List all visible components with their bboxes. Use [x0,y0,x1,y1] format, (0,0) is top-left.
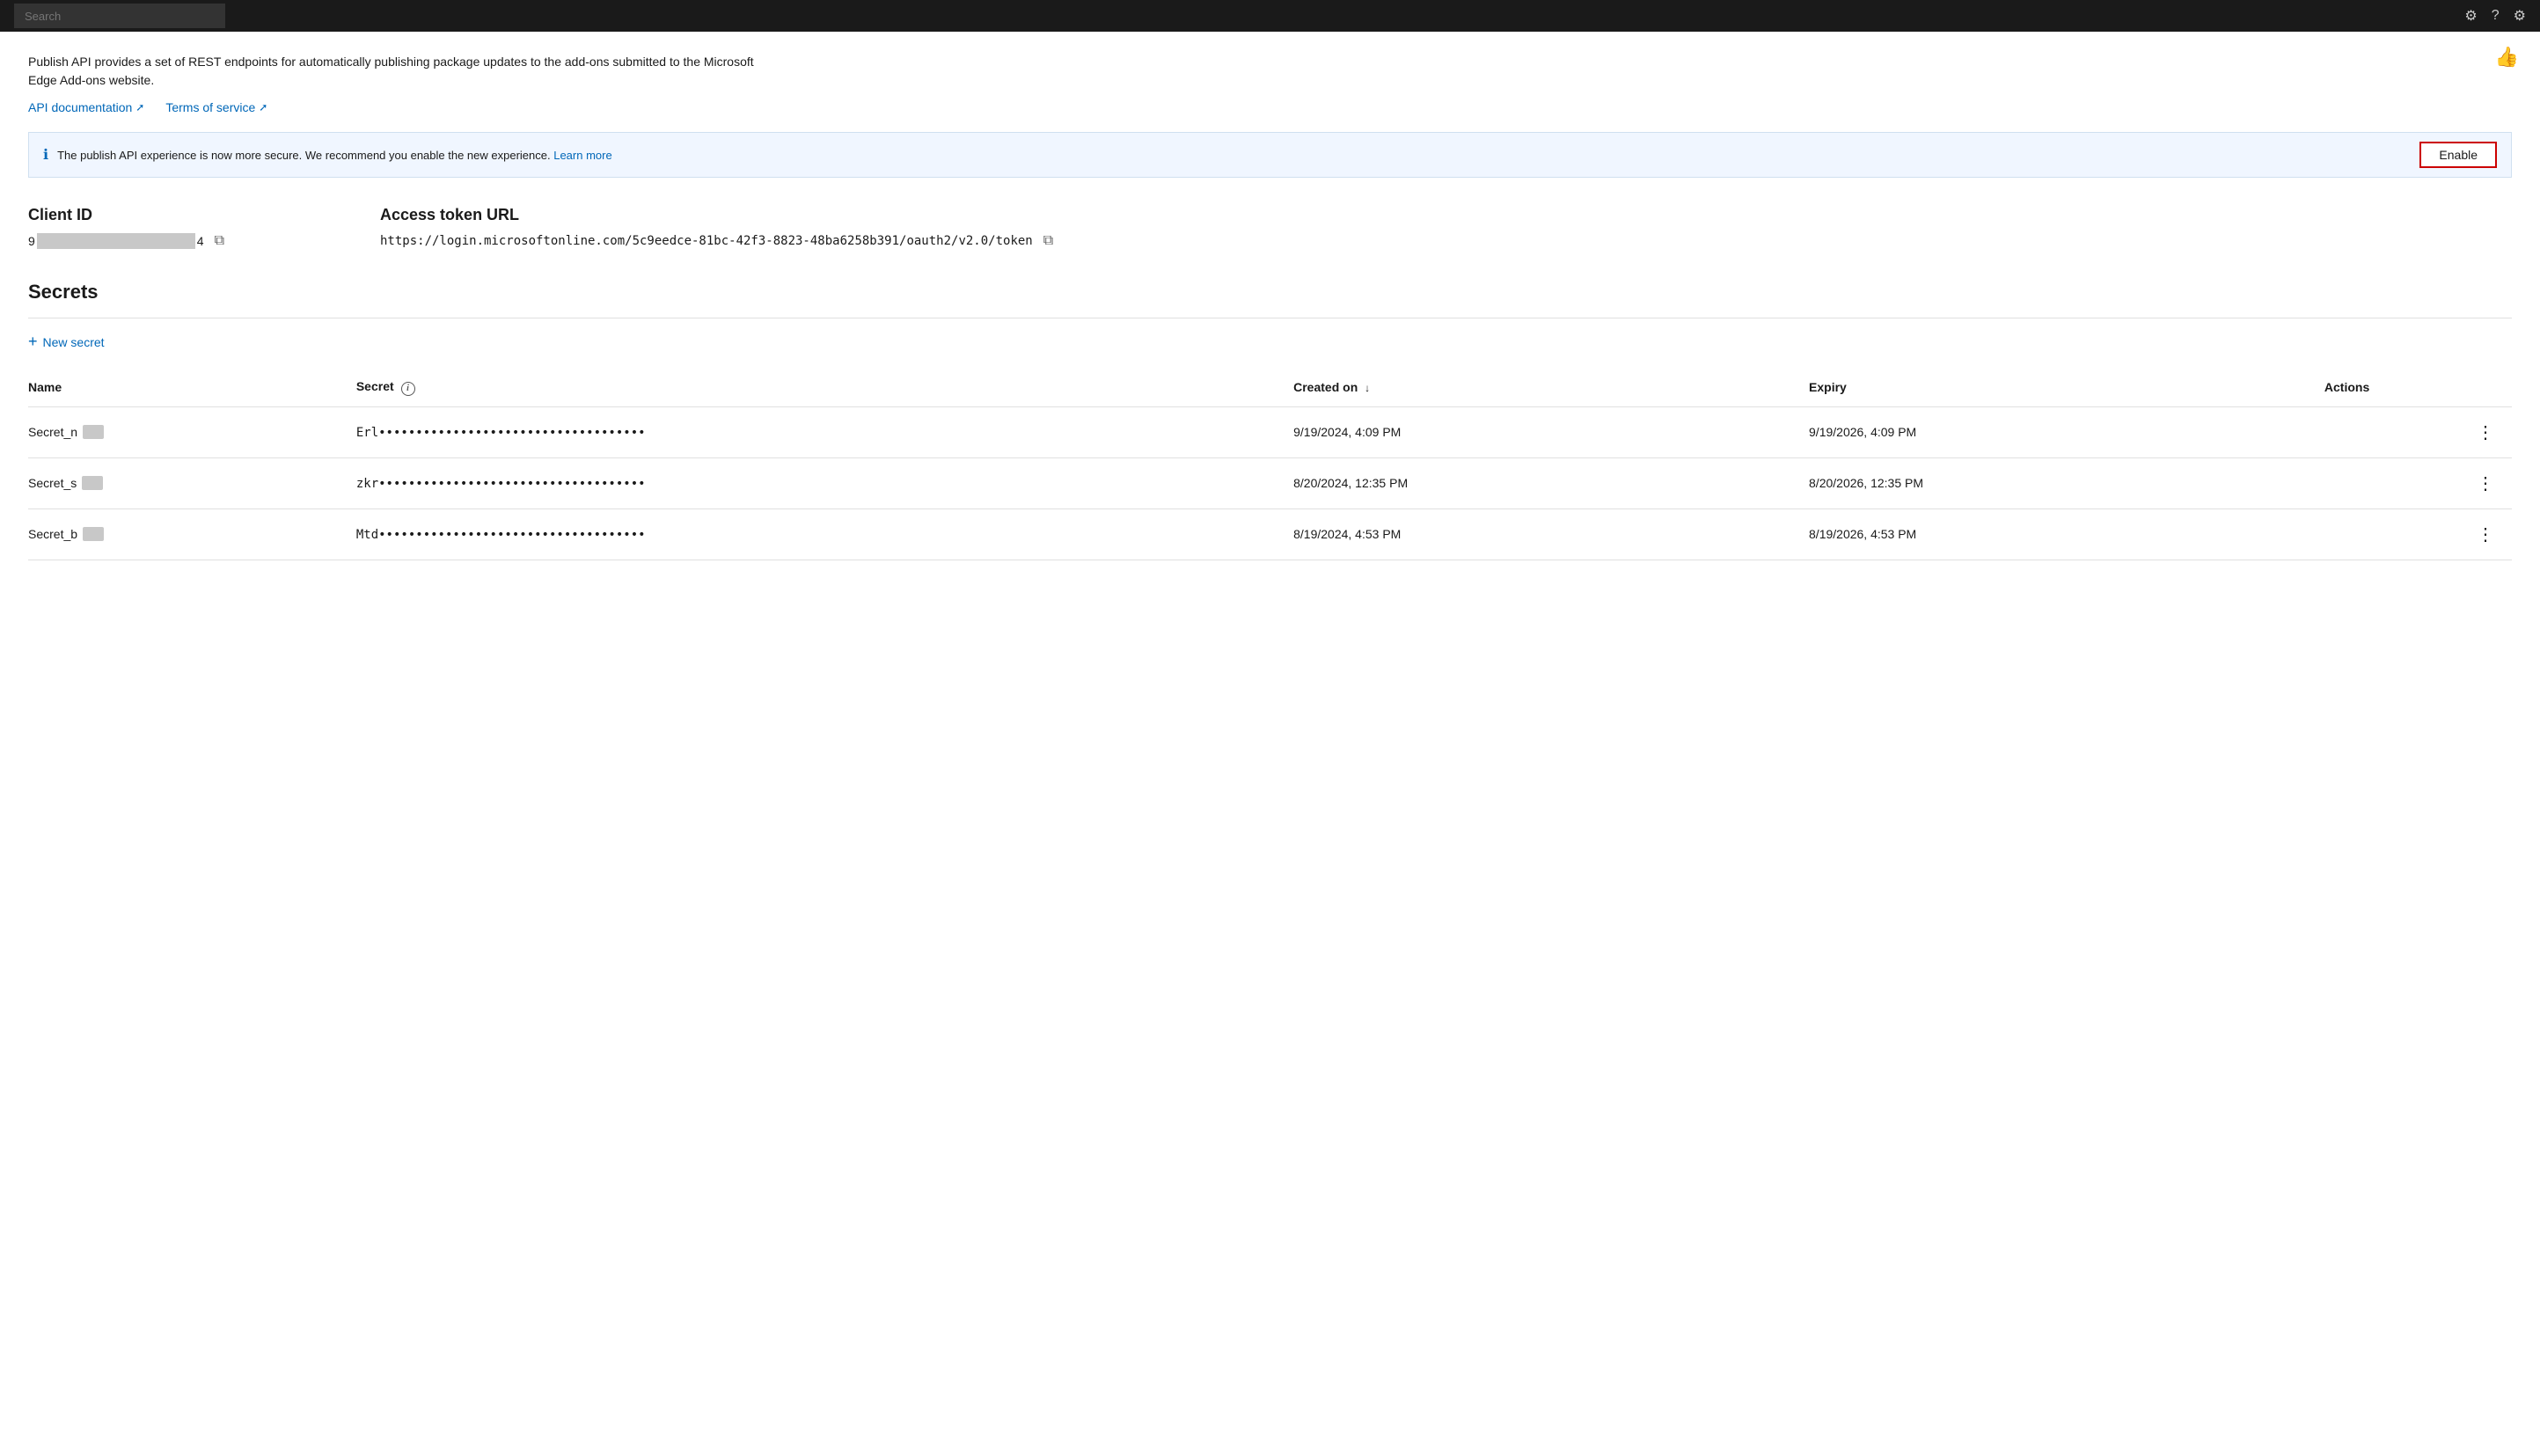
access-token-group: Access token URL https://login.microsoft… [380,206,2512,249]
cell-actions-0: ⋮ [2324,406,2512,457]
settings-icon[interactable]: ⚙ [2464,7,2477,25]
client-id-value: 9 4 [28,233,204,249]
client-id-copy-icon[interactable]: ⧉ [215,233,224,249]
api-documentation-label: API documentation [28,100,132,114]
access-token-url: https://login.microsoftonline.com/5c9eed… [380,234,1033,248]
actions-menu-button-0[interactable]: ⋮ [2470,420,2501,445]
client-id-mask [37,233,195,249]
user-settings-icon[interactable]: ⚙ [2514,7,2526,25]
description-text: Publish API provides a set of REST endpo… [28,53,785,90]
cell-expiry-1: 8/20/2026, 12:35 PM [1809,457,2324,509]
cell-secret-2: Mtd•••••••••••••••••••••••••••••••••••• [356,509,1293,560]
col-header-name: Name [28,372,356,406]
cell-created-0: 9/19/2024, 4:09 PM [1293,406,1809,457]
info-icon: ℹ [43,146,48,164]
name-badge-2 [83,527,104,541]
cell-secret-0: Erl•••••••••••••••••••••••••••••••••••• [356,406,1293,457]
name-badge-0 [83,425,104,439]
secrets-title: Secrets [28,281,2512,304]
table-header-row: Name Secret i Created on ↓ Expiry Action… [28,372,2512,406]
col-header-created-on[interactable]: Created on ↓ [1293,372,1809,406]
table-row: Secret_n Erl••••••••••••••••••••••••••••… [28,406,2512,457]
col-header-expiry: Expiry [1809,372,2324,406]
cell-created-1: 8/20/2024, 12:35 PM [1293,457,1809,509]
client-id-label: Client ID [28,206,380,224]
top-bar: ⚙ ? ⚙ [0,0,2540,32]
new-secret-label: New secret [43,335,105,349]
access-token-copy-icon[interactable]: ⧉ [1043,233,1053,249]
access-token-label: Access token URL [380,206,2512,224]
cell-name-2: Secret_b [28,509,356,560]
help-icon[interactable]: ? [2492,8,2500,24]
secrets-table: Name Secret i Created on ↓ Expiry Action… [28,372,2512,560]
links-row: API documentation ➚ Terms of service ➚ [28,100,2512,114]
table-row: Secret_b Mtd••••••••••••••••••••••••••••… [28,509,2512,560]
top-bar-icons: ⚙ ? ⚙ [2464,7,2526,25]
terms-external-icon: ➚ [259,101,267,113]
main-content: Publish API provides a set of REST endpo… [0,32,2540,582]
learn-more-link[interactable]: Learn more [553,149,611,162]
api-doc-external-icon: ➚ [135,101,144,113]
new-secret-button[interactable]: + New secret [28,333,105,351]
search-input[interactable] [14,4,225,28]
cell-name-0: Secret_n [28,406,356,457]
actions-menu-button-1[interactable]: ⋮ [2470,471,2501,496]
cell-expiry-0: 9/19/2026, 4:09 PM [1809,406,2324,457]
client-id-prefix: 9 [28,234,35,248]
name-badge-1 [82,476,103,490]
client-id-group: Client ID 9 4 ⧉ [28,206,380,249]
cell-secret-1: zkr•••••••••••••••••••••••••••••••••••• [356,457,1293,509]
actions-menu-button-2[interactable]: ⋮ [2470,522,2501,547]
enable-button[interactable]: Enable [2419,142,2497,168]
cell-actions-1: ⋮ [2324,457,2512,509]
cell-name-1: Secret_s [28,457,356,509]
cell-expiry-2: 8/19/2026, 4:53 PM [1809,509,2324,560]
secrets-section: Secrets + New secret Name Secret i Creat… [28,281,2512,560]
api-documentation-link[interactable]: API documentation ➚ [28,100,144,114]
thumbs-up-icon[interactable]: 👍 [2495,46,2519,69]
col-header-secret: Secret i [356,372,1293,406]
terms-of-service-label: Terms of service [165,100,255,114]
client-id-suffix: 4 [197,234,204,248]
plus-icon: + [28,333,38,351]
access-token-value-row: https://login.microsoftonline.com/5c9eed… [380,233,2512,249]
terms-of-service-link[interactable]: Terms of service ➚ [165,100,267,114]
secret-info-icon: i [401,382,415,396]
client-id-value-row: 9 4 ⧉ [28,233,380,249]
table-row: Secret_s zkr••••••••••••••••••••••••••••… [28,457,2512,509]
info-banner: ℹ The publish API experience is now more… [28,132,2512,178]
col-header-actions: Actions [2324,372,2512,406]
cell-created-2: 8/19/2024, 4:53 PM [1293,509,1809,560]
banner-text: The publish API experience is now more s… [57,149,2411,162]
cell-actions-2: ⋮ [2324,509,2512,560]
fields-row: Client ID 9 4 ⧉ Access token URL https:/… [28,206,2512,249]
sort-arrow-icon: ↓ [1365,382,1370,394]
